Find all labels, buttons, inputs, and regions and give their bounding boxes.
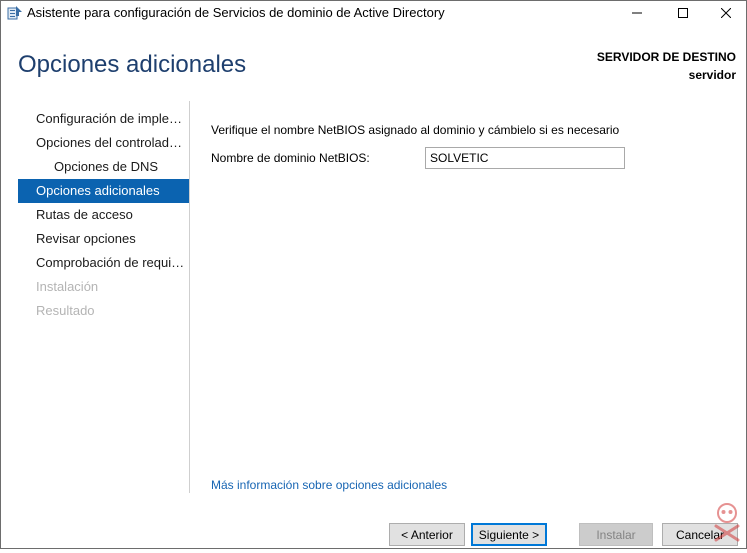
nav-item-additional-options[interactable]: Opciones adicionales bbox=[18, 179, 189, 203]
instruction-text: Verifique el nombre NetBIOS asignado al … bbox=[211, 123, 620, 137]
more-info-link[interactable]: Más información sobre opciones adicional… bbox=[211, 478, 447, 492]
nav-item-paths[interactable]: Rutas de acceso bbox=[18, 203, 189, 227]
nav-item-dc-options[interactable]: Opciones del controlador... bbox=[18, 131, 189, 155]
minimize-icon bbox=[632, 8, 642, 18]
close-button[interactable] bbox=[706, 1, 746, 25]
close-icon bbox=[721, 8, 731, 18]
back-button[interactable]: < Anterior bbox=[389, 523, 465, 546]
window-title: Asistente para configuración de Servicio… bbox=[27, 5, 445, 20]
wizard-window: Asistente para configuración de Servicio… bbox=[0, 0, 747, 549]
title-bar[interactable]: Asistente para configuración de Servicio… bbox=[1, 1, 746, 29]
wizard-steps-nav: Configuración de implem... Opciones del … bbox=[18, 107, 189, 321]
server-manager-icon bbox=[7, 5, 23, 21]
minimize-button[interactable] bbox=[614, 1, 660, 25]
sidebar-divider bbox=[189, 101, 190, 493]
nav-item-dns-options[interactable]: Opciones de DNS bbox=[18, 155, 189, 179]
destination-server-value: servidor bbox=[688, 68, 736, 82]
nav-item-results: Resultado bbox=[36, 303, 95, 318]
nav-item-deployment-config[interactable]: Configuración de implem... bbox=[18, 107, 189, 131]
page-title: Opciones adicionales bbox=[18, 51, 247, 78]
maximize-icon bbox=[678, 8, 688, 18]
maximize-button[interactable] bbox=[660, 1, 706, 25]
nav-item-prerequisites-check[interactable]: Comprobación de requisi... bbox=[18, 251, 189, 275]
install-button: Instalar bbox=[579, 523, 653, 546]
netbios-name-label: Nombre de dominio NetBIOS: bbox=[211, 151, 370, 165]
solvetic-watermark-icon bbox=[708, 499, 746, 548]
nav-item-review-options[interactable]: Revisar opciones bbox=[18, 227, 189, 251]
next-button[interactable]: Siguiente > bbox=[471, 523, 547, 546]
destination-server-label: SERVIDOR DE DESTINO bbox=[596, 50, 736, 64]
nav-item-installation: Instalación bbox=[36, 279, 99, 294]
netbios-name-input[interactable] bbox=[425, 147, 625, 169]
